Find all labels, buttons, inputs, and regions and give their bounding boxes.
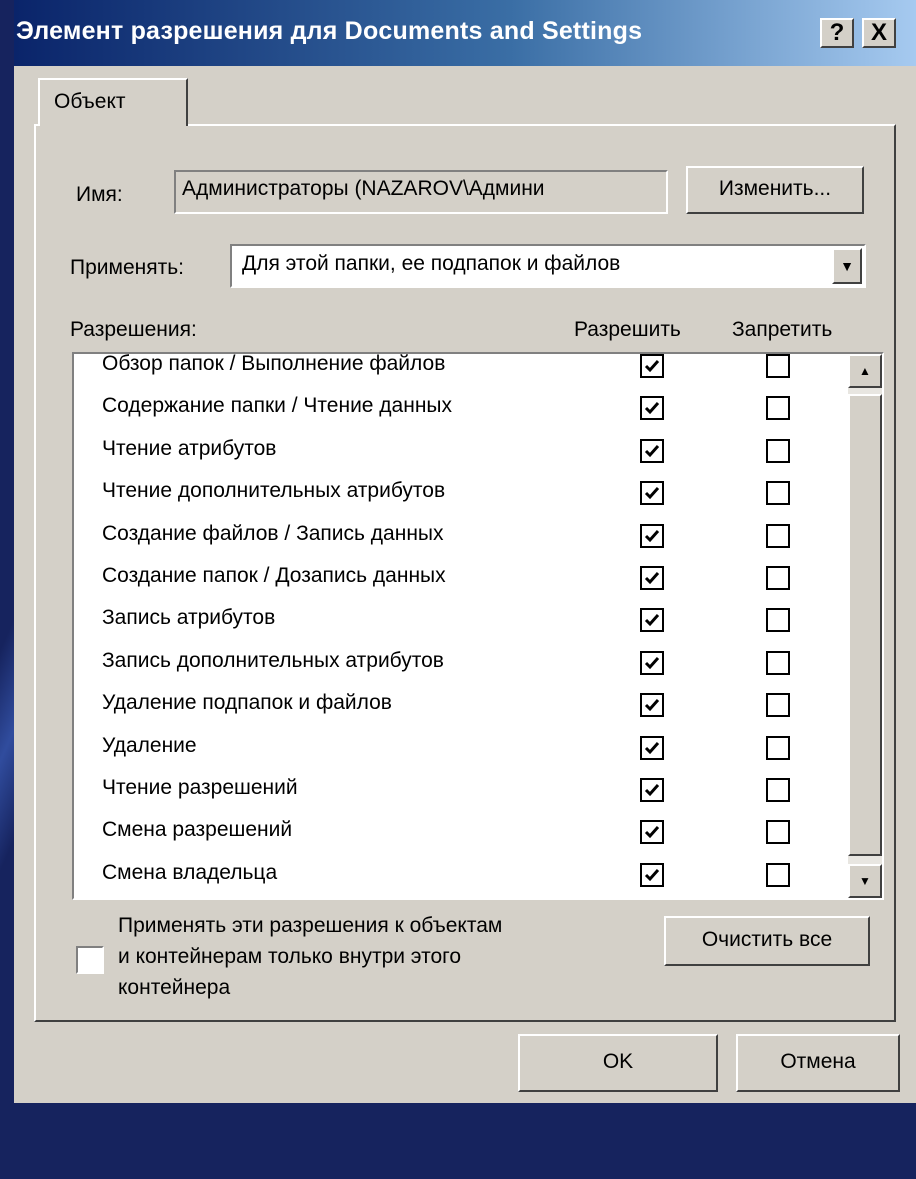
- close-button[interactable]: X: [862, 18, 896, 48]
- deny-checkbox[interactable]: [766, 862, 790, 887]
- deny-checkbox[interactable]: [766, 650, 790, 675]
- deny-checkbox[interactable]: [766, 693, 790, 718]
- name-field: Администраторы (NAZAROV\Админи: [174, 170, 668, 214]
- scrollbar-thumb[interactable]: [848, 394, 882, 856]
- permission-label: Чтение атрибутов: [102, 436, 277, 460]
- permissions-list: Обзор папок / Выполнение файлов Содержани…: [72, 352, 884, 900]
- permission-row: Удаление: [74, 728, 824, 770]
- allow-checkbox[interactable]: [640, 862, 664, 887]
- cancel-button[interactable]: Отмена: [736, 1034, 900, 1092]
- permission-row: Чтение дополнительных атрибутов: [74, 473, 824, 515]
- permission-label: Содержание папки / Чтение данных: [102, 394, 453, 418]
- allow-checkbox[interactable]: [640, 778, 664, 802]
- change-button[interactable]: Изменить...: [686, 166, 864, 214]
- inherit-only-checkbox[interactable]: [76, 946, 104, 974]
- permission-label: Чтение разрешений: [102, 776, 298, 799]
- scroll-up-icon[interactable]: ▲: [848, 354, 882, 388]
- chevron-down-icon[interactable]: ▼: [832, 248, 862, 284]
- allow-checkbox[interactable]: [640, 566, 664, 590]
- allow-checkbox[interactable]: [640, 481, 664, 506]
- deny-checkbox[interactable]: [766, 396, 790, 421]
- deny-checkbox[interactable]: [766, 608, 790, 633]
- permission-row: Чтение разрешений: [74, 770, 824, 812]
- deny-checkbox[interactable]: [766, 820, 790, 845]
- allow-checkbox[interactable]: [640, 608, 664, 633]
- permission-label: Создание папок / Дозапись данных: [102, 564, 446, 587]
- name-label: Имя:: [76, 183, 123, 206]
- deny-checkbox[interactable]: [766, 354, 790, 378]
- allow-checkbox[interactable]: [640, 693, 664, 718]
- permission-label: Смена разрешений: [102, 818, 293, 842]
- apply-label: Применять:: [70, 256, 184, 279]
- allow-checkbox[interactable]: [640, 354, 664, 378]
- permission-row: Чтение атрибутов: [74, 431, 824, 473]
- permission-row: Смена владельца: [74, 855, 824, 897]
- permission-row: Запись атрибутов: [74, 600, 824, 642]
- tab-object[interactable]: Объект: [38, 78, 188, 126]
- deny-checkbox[interactable]: [766, 438, 790, 463]
- deny-column-header: Запретить: [732, 318, 833, 341]
- permission-row: Удаление подпапок и файлов: [74, 685, 824, 727]
- scroll-down-icon[interactable]: ▼: [848, 864, 882, 898]
- permission-label: Удаление: [102, 733, 197, 757]
- apply-to-dropdown[interactable]: Для этой папки, ее подпапок и файлов ▼: [230, 244, 866, 288]
- inherit-only-label: Применять эти разрешения к объектам и ко…: [118, 910, 678, 1003]
- inherit-only-line-3: контейнера: [118, 976, 231, 999]
- help-button[interactable]: ?: [820, 18, 854, 48]
- allow-checkbox[interactable]: [640, 396, 664, 421]
- permission-row: Создание папок / Дозапись данных: [74, 558, 824, 600]
- scrollbar[interactable]: ▲ ▼: [848, 354, 882, 898]
- deny-checkbox[interactable]: [766, 481, 790, 506]
- ok-button[interactable]: OK: [518, 1034, 718, 1092]
- allow-checkbox[interactable]: [640, 735, 664, 760]
- permission-label: Обзор папок / Выполнение файлов: [102, 352, 446, 375]
- inherit-only-line-1: Применять эти разрешения к объектам: [118, 914, 503, 937]
- permission-row: Смена разрешений: [74, 812, 824, 854]
- permission-row: Создание файлов / Запись данных: [74, 516, 824, 558]
- permission-label: Удаление подпапок и файлов: [102, 691, 392, 715]
- permissions-header: Разрешения:: [70, 318, 197, 341]
- deny-checkbox[interactable]: [766, 735, 790, 760]
- allow-checkbox[interactable]: [640, 650, 664, 675]
- allow-checkbox[interactable]: [640, 820, 664, 845]
- permission-label: Чтение дополнительных атрибутов: [102, 479, 446, 503]
- permission-row: Содержание папки / Чтение данных: [74, 388, 824, 430]
- permission-label: Запись дополнительных атрибутов: [102, 648, 444, 672]
- deny-checkbox[interactable]: [766, 523, 790, 548]
- permission-label: Создание файлов / Запись данных: [102, 521, 444, 545]
- permission-label: Запись атрибутов: [102, 606, 276, 630]
- deny-checkbox[interactable]: [766, 566, 790, 590]
- permission-row: Запись дополнительных атрибутов: [74, 643, 824, 685]
- allow-column-header: Разрешить: [574, 318, 681, 341]
- permission-entry-dialog: Элемент разрешения для Documents and Set…: [14, 0, 916, 1103]
- tab-object-label: Объект: [54, 90, 126, 113]
- deny-checkbox[interactable]: [766, 778, 790, 802]
- inherit-only-line-2: и контейнерам только внутри этого: [118, 945, 462, 968]
- title-bar[interactable]: Элемент разрешения для Documents and Set…: [14, 0, 916, 66]
- window-title: Элемент разрешения для Documents and Set…: [16, 17, 643, 45]
- allow-checkbox[interactable]: [640, 438, 664, 463]
- allow-checkbox[interactable]: [640, 523, 664, 548]
- permission-row: Обзор папок / Выполнение файлов: [74, 352, 824, 388]
- clear-all-button[interactable]: Очистить все: [664, 916, 870, 966]
- permission-label: Смена владельца: [102, 860, 278, 884]
- apply-to-selected: Для этой папки, ее подпапок и файлов: [242, 252, 621, 275]
